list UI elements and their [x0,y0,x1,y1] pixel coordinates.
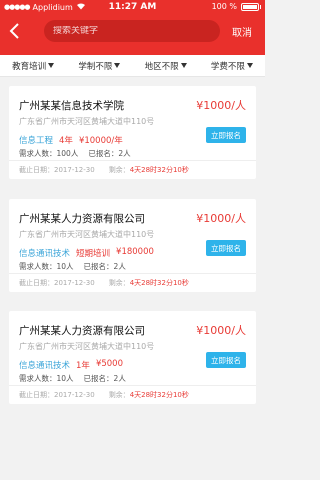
header-bar: ●●●●● Applidium 11:27 AM 100 % 取消 [0,0,265,55]
filter-bar: 教育培训 学制不限 地区不限 学费不限 [0,55,265,77]
registered-count: 已报名：2人 [88,149,131,158]
deadline-text: 截止日期：2017-12-30 [19,166,95,174]
chevron-left-icon [9,23,19,39]
listing-card[interactable]: 广州某某信息技术学院 ¥1000/人 广东省广州市天河区黄埔大道中110号 信息… [9,86,256,179]
dropdown-triangle-icon [180,63,187,68]
filter-label: 学制不限 [78,61,113,72]
listing-card[interactable]: 广州某某人力资源有限公司 ¥1000/人 广东省广州市天河区黄埔大道中110号 … [9,311,256,404]
dropdown-triangle-icon [48,63,55,68]
price-label: ¥1000/人 [196,324,246,337]
remaining-label: 剩余： [108,279,130,287]
registered-count: 已报名：2人 [83,262,126,271]
signup-button[interactable]: 立即报名 [206,352,246,368]
category-tag: 信息通讯技术 [19,361,71,371]
battery-icon [241,2,259,11]
tuition-fee: ¥5000 [95,359,123,369]
duration-tag: 1年 [76,361,90,371]
institution-name: 广州某某人力资源有限公司 [19,213,145,225]
filter-tuition[interactable]: 学费不限 [199,55,265,76]
deadline-text: 截止日期：2017-12-30 [19,391,95,399]
search-box[interactable] [44,20,220,42]
duration-tag: 4年 [59,136,73,146]
filter-region[interactable]: 地区不限 [133,55,199,76]
address-text: 广东省广州市天河区黄埔大道中110号 [19,230,155,239]
remaining-label: 剩余： [108,391,130,399]
price-label: ¥1000/人 [196,212,246,225]
countdown-timer: 4天28时32分10秒 [129,166,189,174]
dropdown-triangle-icon [114,63,121,68]
listing-card[interactable]: 广州某某人力资源有限公司 ¥1000/人 广东省广州市天河区黄埔大道中110号 … [9,199,256,292]
duration-tag: 短期培训 [76,249,111,259]
institution-name: 广州某某人力资源有限公司 [19,325,145,337]
filter-label: 教育培训 [12,61,47,72]
divider [9,160,256,161]
category-tag: 信息通讯技术 [19,249,71,259]
search-input[interactable] [53,26,203,36]
enrolled-count: 需求人数：100人 [19,149,79,158]
cancel-button[interactable]: 取消 [232,24,252,39]
tuition-fee: ¥180000 [116,247,154,257]
price-label: ¥1000/人 [196,99,246,112]
registered-count: 已报名：2人 [83,374,126,383]
address-text: 广东省广州市天河区黄埔大道中110号 [19,117,155,126]
status-bar: ●●●●● Applidium 11:27 AM 100 % [0,0,265,14]
filter-education[interactable]: 教育培训 [0,55,66,76]
enrolled-count: 需求人数：10人 [19,262,74,271]
divider [9,273,256,274]
filter-label: 学费不限 [210,61,245,72]
remaining-label: 剩余： [108,166,130,174]
divider [9,385,256,386]
deadline-text: 截止日期：2017-12-30 [19,279,95,287]
signup-button[interactable]: 立即报名 [206,240,246,256]
signup-button[interactable]: 立即报名 [206,127,246,143]
category-tag: 信息工程 [19,136,54,146]
battery-percent: 100 % [211,2,237,11]
address-text: 广东省广州市天河区黄埔大道中110号 [19,342,155,351]
dropdown-triangle-icon [246,63,253,68]
tuition-fee: ¥10000/年 [78,136,123,146]
countdown-timer: 4天28时32分10秒 [129,391,189,399]
filter-duration[interactable]: 学制不限 [66,55,132,76]
institution-name: 广州某某信息技术学院 [19,100,124,112]
filter-label: 地区不限 [144,61,179,72]
enrolled-count: 需求人数：10人 [19,374,74,383]
countdown-timer: 4天28时32分10秒 [129,279,189,287]
back-button[interactable] [7,22,23,40]
